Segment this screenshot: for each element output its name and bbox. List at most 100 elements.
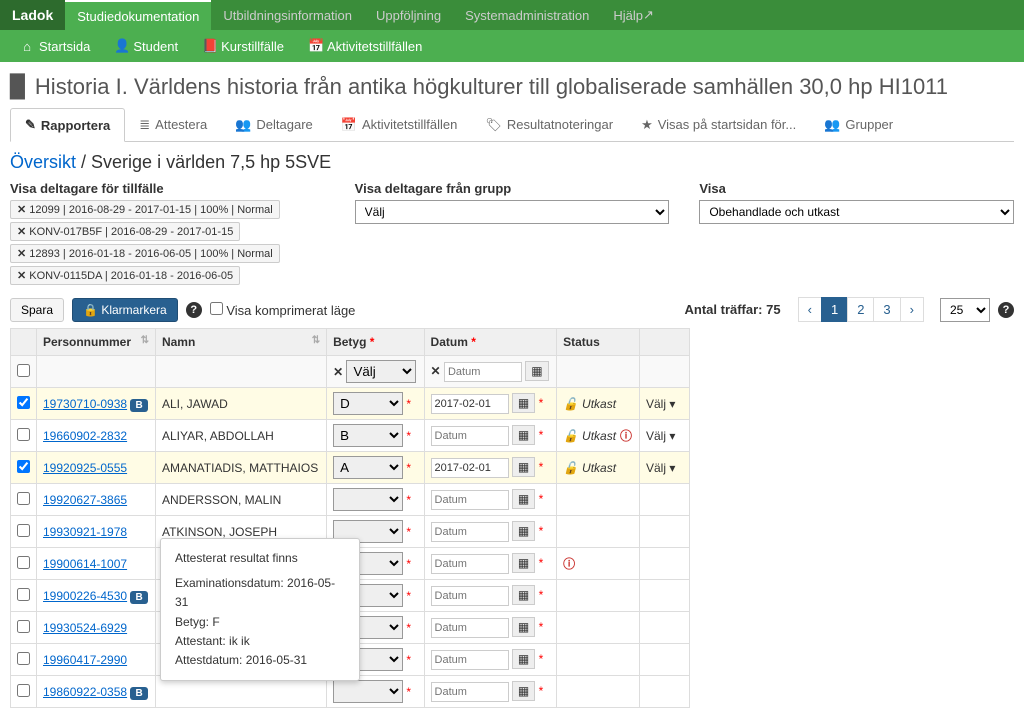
row-checkbox[interactable] [17, 524, 30, 537]
grade-select[interactable] [333, 488, 403, 511]
nav-hjalp[interactable]: Hjälp ↗ [601, 0, 666, 30]
personnummer-link[interactable]: 19900226-4530 [43, 589, 127, 603]
nav-utbildningsinformation[interactable]: Utbildningsinformation [211, 0, 364, 30]
grade-select[interactable]: D [333, 392, 403, 415]
pager-next[interactable]: › [900, 297, 924, 322]
tab-resultatnoteringar[interactable]: 🏷Resultatnoteringar [471, 108, 627, 141]
chip-tillfalle[interactable]: ✕ 12893 | 2016-01-18 - 2016-06-05 | 100%… [10, 244, 280, 263]
grade-filter-select[interactable]: Välj [346, 360, 416, 383]
row-checkbox[interactable] [17, 460, 30, 473]
th-datum[interactable]: Datum * [424, 329, 557, 356]
row-checkbox[interactable] [17, 396, 30, 409]
personnummer-link[interactable]: 19920925-0555 [43, 461, 127, 475]
select-all-checkbox[interactable] [17, 364, 30, 377]
tab-rapportera[interactable]: ✎Rapportera [10, 108, 125, 142]
th-betyg[interactable]: Betyg * [327, 329, 424, 356]
calendar-icon[interactable]: ▦ [512, 489, 535, 509]
clear-grade-icon[interactable]: ✕ [333, 365, 343, 379]
calendar-icon[interactable]: ▦ [512, 585, 535, 605]
personnummer-link[interactable]: 19730710-0938 [43, 397, 127, 411]
breadcrumb-leaf: Sverige i världen 7,5 hp 5SVE [91, 152, 331, 172]
chip-tillfalle[interactable]: ✕ 12099 | 2016-08-29 - 2017-01-15 | 100%… [10, 200, 280, 219]
clear-date-icon[interactable]: ✕ [431, 364, 441, 378]
row-checkbox[interactable] [17, 620, 30, 633]
subnav-kurstillfalle[interactable]: 📕Kurstillfälle [190, 30, 296, 62]
grade-select[interactable] [333, 680, 403, 703]
tab-grupper[interactable]: 👥Grupper [810, 108, 907, 141]
personnummer-link[interactable]: 19660902-2832 [43, 429, 127, 443]
compress-toggle[interactable]: Visa komprimerat läge [210, 302, 356, 318]
klarmarkera-button[interactable]: 🔒 Klarmarkera [72, 298, 178, 322]
row-options[interactable]: Välj ▾ [646, 461, 675, 475]
row-checkbox[interactable] [17, 556, 30, 569]
tab-deltagare[interactable]: 👥Deltagare [221, 108, 327, 141]
pager-page[interactable]: 1 [821, 297, 848, 322]
calendar-icon[interactable]: ▦ [512, 457, 535, 477]
lock-icon: 🔒 [83, 303, 98, 317]
tab-attestera[interactable]: ≣Attestera [125, 108, 221, 141]
pager-prev[interactable]: ‹ [798, 297, 822, 322]
calendar-icon[interactable]: ▦ [512, 681, 535, 701]
personnummer-link[interactable]: 19930524-6929 [43, 621, 127, 635]
pager-page[interactable]: 2 [847, 297, 874, 322]
subnav-aktivitetstillfallen[interactable]: 📅Aktivitetstillfällen [296, 30, 434, 62]
date-input[interactable] [431, 394, 509, 414]
date-input[interactable] [431, 554, 509, 574]
help-icon[interactable]: ? [998, 302, 1014, 318]
date-input[interactable] [431, 458, 509, 478]
personnummer-link[interactable]: 19960417-2990 [43, 653, 127, 667]
grade-select[interactable]: B [333, 424, 403, 447]
calendar-icon[interactable]: ▦ [525, 361, 548, 381]
b-badge: B [130, 399, 147, 412]
nav-studiedokumentation[interactable]: Studiedokumentation [65, 0, 211, 30]
date-input[interactable] [431, 586, 509, 606]
personnummer-link[interactable]: 19930921-1978 [43, 525, 127, 539]
row-options[interactable]: Välj ▾ [646, 429, 675, 443]
row-checkbox[interactable] [17, 492, 30, 505]
info-icon[interactable]: ⓘ [620, 427, 632, 444]
personnummer-link[interactable]: 19900614-1007 [43, 557, 127, 571]
calendar-icon[interactable]: ▦ [512, 649, 535, 669]
row-checkbox[interactable] [17, 428, 30, 441]
date-input[interactable] [431, 522, 509, 542]
row-options[interactable]: Välj ▾ [646, 397, 675, 411]
subnav-student[interactable]: 👤Student [102, 30, 190, 62]
th-personnummer[interactable]: Personnummer⇅ [37, 329, 156, 356]
date-filter-input[interactable] [444, 362, 522, 382]
calendar-icon[interactable]: ▦ [512, 425, 535, 445]
breadcrumb-root[interactable]: Översikt [10, 152, 76, 172]
chip-tillfalle[interactable]: ✕ KONV-0115DA | 2016-01-18 - 2016-06-05 [10, 266, 240, 285]
info-icon[interactable]: ⓘ [563, 557, 575, 571]
tab-visas-startsidan[interactable]: ★Visas på startsidan för... [627, 108, 810, 141]
tab-aktivitetstillfallen[interactable]: 📅Aktivitetstillfällen [327, 108, 472, 141]
th-namn[interactable]: Namn⇅ [155, 329, 326, 356]
pagesize-select[interactable]: 25 [940, 298, 990, 322]
calendar-icon[interactable]: ▦ [512, 617, 535, 637]
nav-uppfoljning[interactable]: Uppföljning [364, 0, 453, 30]
save-button[interactable]: Spara [10, 298, 64, 322]
row-checkbox[interactable] [17, 684, 30, 697]
compress-checkbox[interactable] [210, 302, 223, 315]
pager-page[interactable]: 3 [873, 297, 900, 322]
grade-select[interactable]: A [333, 456, 403, 479]
name-cell: AMANATIADIS, MATTHAIOS [155, 452, 326, 484]
calendar-icon[interactable]: ▦ [512, 553, 535, 573]
row-checkbox[interactable] [17, 652, 30, 665]
personnummer-link[interactable]: 19920627-3865 [43, 493, 127, 507]
row-checkbox[interactable] [17, 588, 30, 601]
chip-tillfalle[interactable]: ✕ KONV-017B5F | 2016-08-29 - 2017-01-15 [10, 222, 240, 241]
nav-systemadministration[interactable]: Systemadministration [453, 0, 601, 30]
subnav-startsida[interactable]: ⌂Startsida [8, 30, 102, 62]
date-input[interactable] [431, 490, 509, 510]
visa-select[interactable]: Obehandlade och utkast [699, 200, 1014, 224]
help-icon[interactable]: ? [186, 302, 202, 318]
date-input[interactable] [431, 650, 509, 670]
users-icon: 👥 [235, 117, 251, 133]
date-input[interactable] [431, 426, 509, 446]
calendar-icon[interactable]: ▦ [512, 393, 535, 413]
calendar-icon[interactable]: ▦ [512, 521, 535, 541]
date-input[interactable] [431, 682, 509, 702]
grupp-select[interactable]: Välj [355, 200, 670, 224]
personnummer-link[interactable]: 19860922-0358 [43, 685, 127, 699]
date-input[interactable] [431, 618, 509, 638]
